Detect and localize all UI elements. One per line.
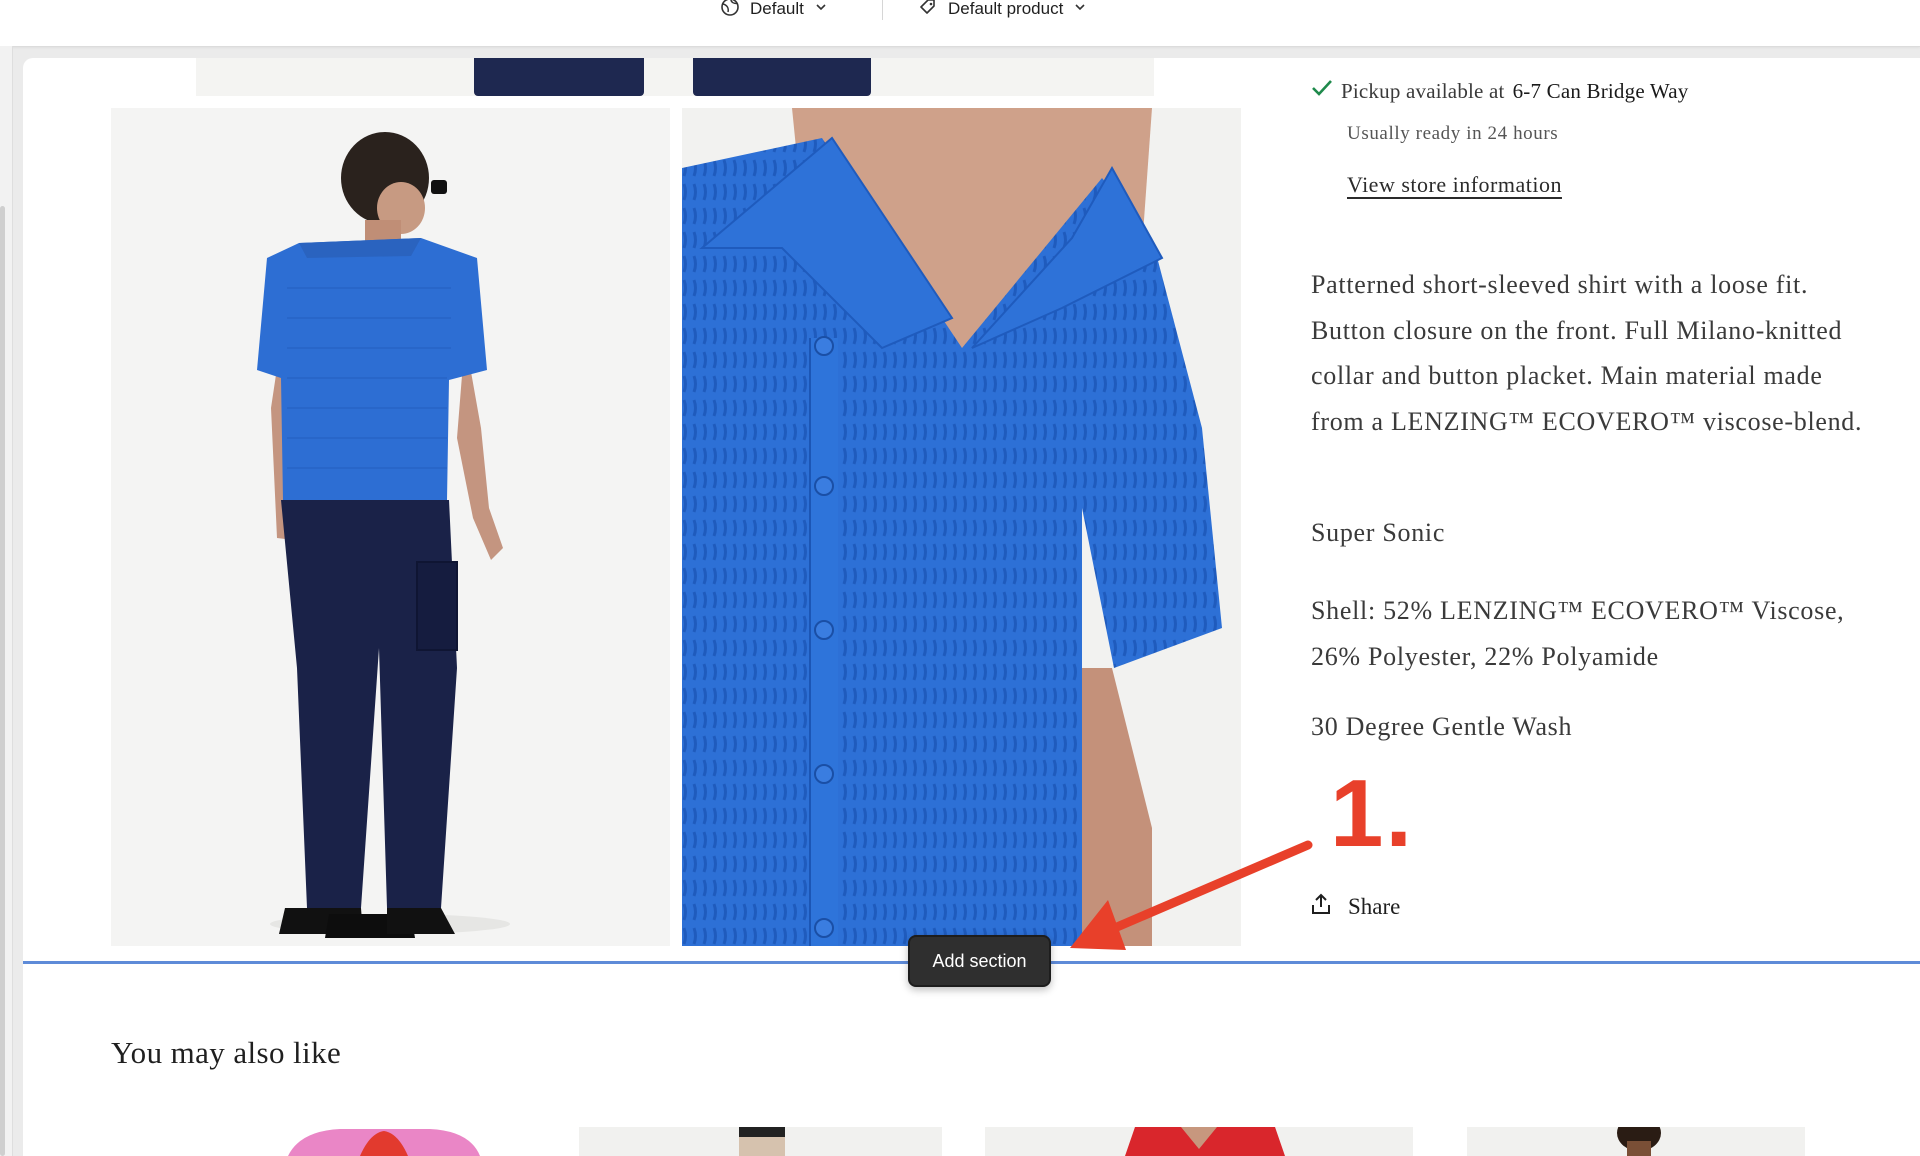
gallery-image-previous[interactable]	[196, 58, 1154, 96]
theme-selector[interactable]: Default	[720, 0, 828, 18]
theme-selector-label: Default	[750, 0, 804, 18]
product-composition: Shell: 52% LENZING™ ECOVERO™ Viscose, 26…	[1311, 596, 1845, 671]
share-button[interactable]: Share	[1310, 893, 1400, 921]
product-care: 30 Degree Gentle Wash	[1311, 712, 1573, 741]
globe-icon	[720, 0, 740, 22]
scrollbar[interactable]	[0, 206, 5, 1156]
product-color-name: Super Sonic	[1311, 518, 1446, 547]
pickup-ready-time: Usually ready in 24 hours	[1347, 123, 1559, 144]
product-description: Patterned short-sleeved shirt with a loo…	[1311, 270, 1863, 436]
chevron-down-icon	[1073, 0, 1087, 19]
recommendation-card-image[interactable]	[280, 1127, 488, 1156]
editor-toolbar: Default Default product	[0, 0, 1920, 47]
pickup-location: 6-7 Can Bridge Way	[1512, 78, 1689, 103]
chevron-down-icon	[814, 0, 828, 19]
template-selector[interactable]: Default product	[918, 0, 1087, 18]
view-store-information-link[interactable]: View store information	[1347, 172, 1562, 198]
pickup-availability: Pickup available at 6-7 Can Bridge Way	[1311, 78, 1689, 104]
tag-icon	[918, 0, 938, 22]
toolbar-divider	[882, 0, 883, 20]
add-section-button[interactable]: Add section	[908, 935, 1051, 987]
product-image-back-view[interactable]	[111, 108, 670, 946]
pickup-prefix: Pickup available at	[1341, 78, 1505, 103]
share-label: Share	[1348, 894, 1401, 919]
share-icon	[1310, 893, 1332, 921]
recommendation-card-image[interactable]	[985, 1127, 1413, 1156]
annotation-step-label: 1.	[1330, 760, 1415, 867]
recommendation-card-image[interactable]	[579, 1127, 942, 1156]
template-selector-label: Default product	[948, 0, 1064, 18]
product-image-closeup[interactable]	[682, 108, 1241, 946]
recommendations-heading: You may also like	[111, 1035, 342, 1070]
check-icon	[1311, 78, 1333, 104]
editor-sidebar-edge	[0, 46, 13, 1156]
recommendation-card-image[interactable]	[1467, 1127, 1805, 1156]
